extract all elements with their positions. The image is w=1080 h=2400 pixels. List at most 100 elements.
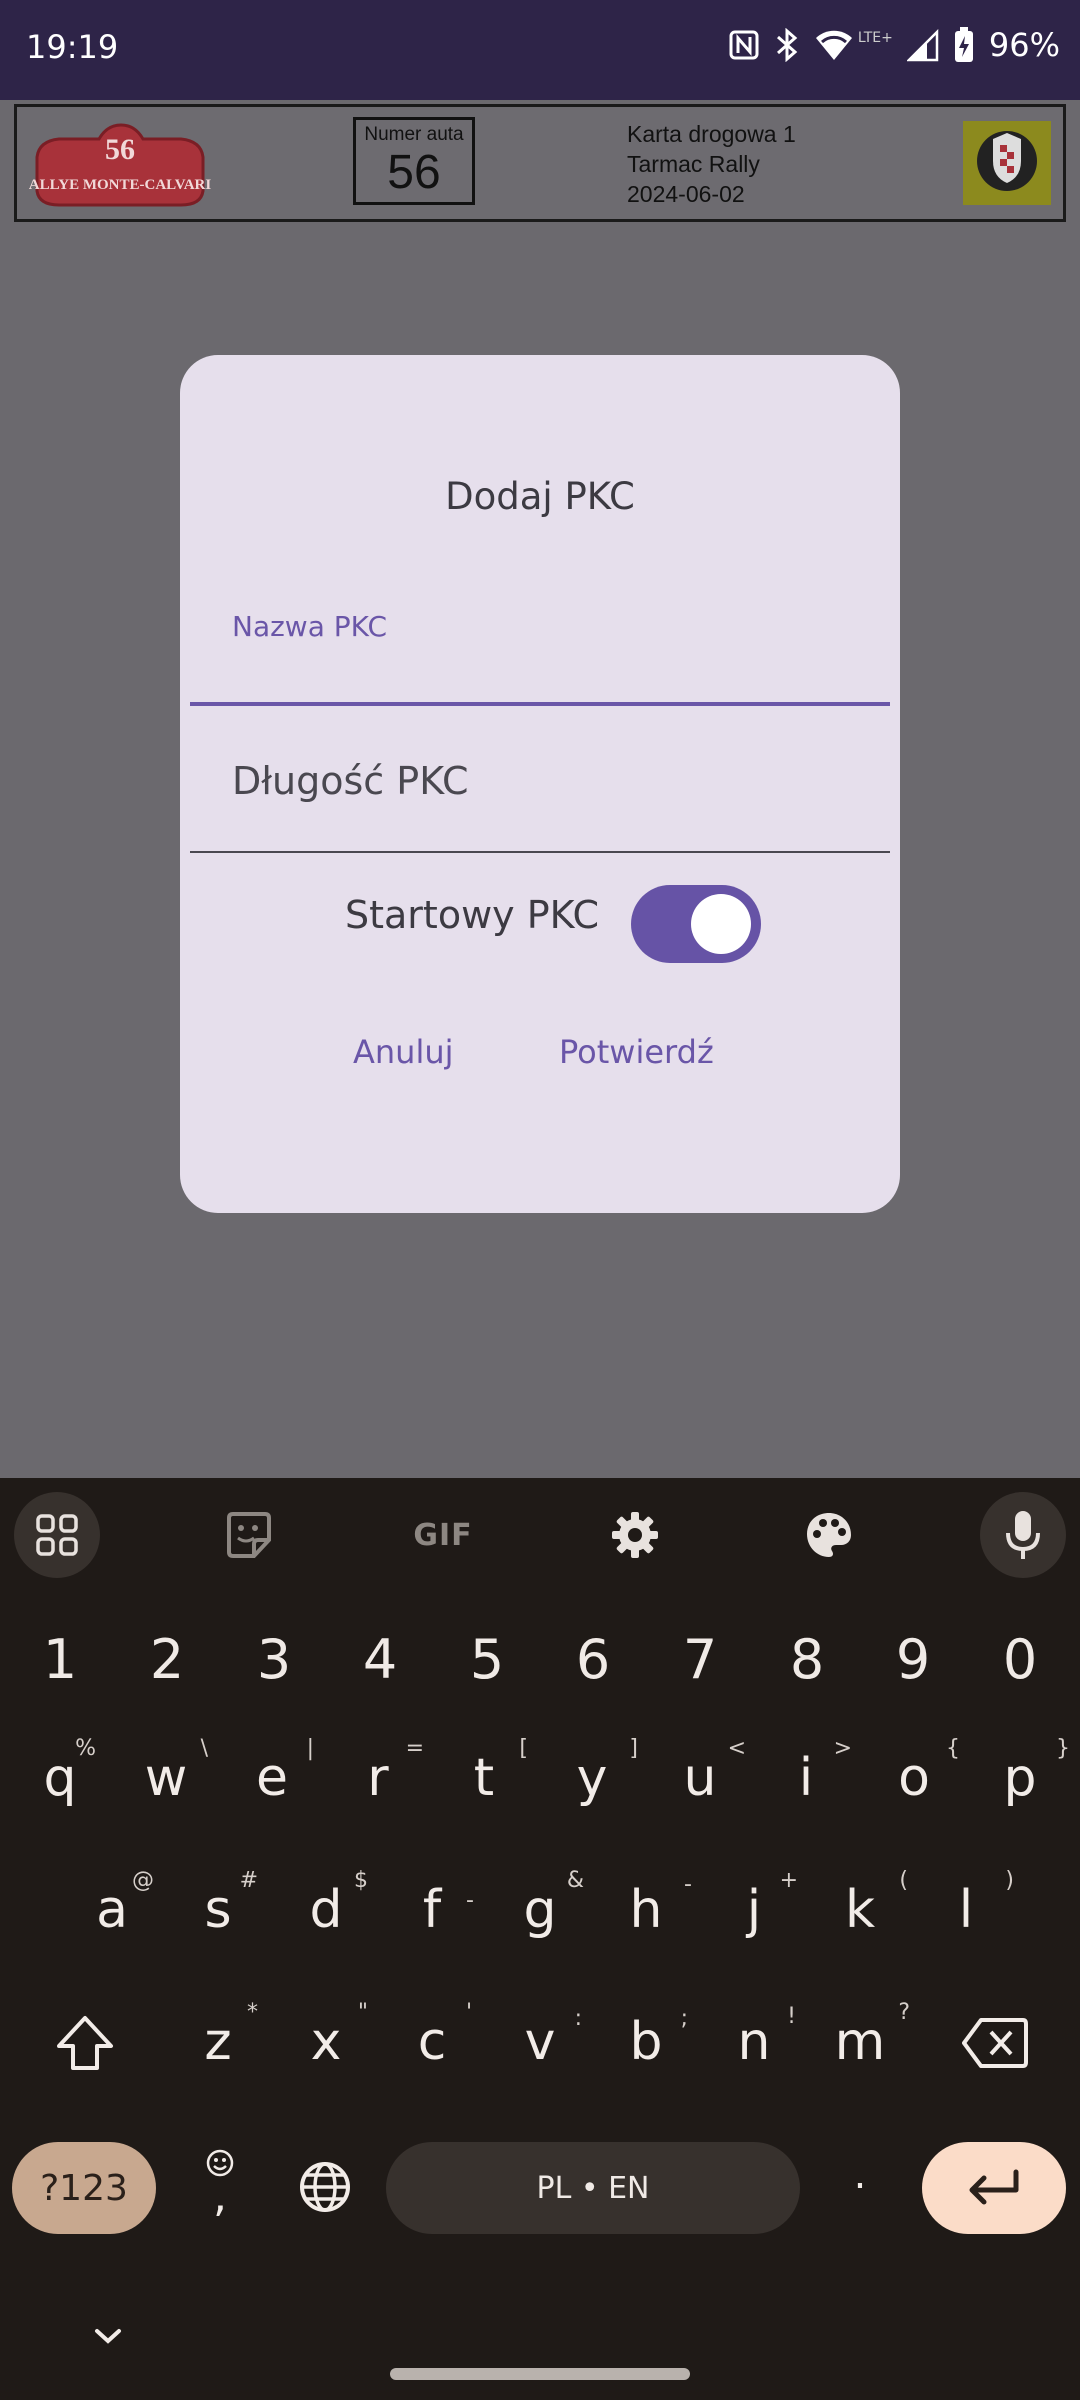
- language-key[interactable]: [290, 2160, 360, 2230]
- wifi-icon: [815, 30, 852, 60]
- key-8[interactable]: 8: [753, 1628, 861, 1691]
- key-j[interactable]: j +: [714, 1868, 798, 1940]
- rally-logo-text: RALLYE MONTE-CALVARIA: [29, 177, 211, 193]
- key-g[interactable]: g &: [500, 1868, 584, 1940]
- network-type-label: LTE+: [857, 30, 893, 46]
- key-h[interactable]: h-: [606, 1872, 692, 1940]
- key-4[interactable]: 4: [326, 1628, 434, 1691]
- key-b[interactable]: b;: [606, 2006, 688, 2072]
- pkc-name-label: Nazwa PKC: [232, 610, 388, 643]
- key-o[interactable]: o{: [874, 1736, 960, 1808]
- battery-charging-icon: [954, 27, 973, 62]
- shift-icon: [57, 2016, 113, 2070]
- cancel-button[interactable]: Anuluj: [353, 1033, 454, 1071]
- microphone-icon: [1006, 1511, 1040, 1559]
- comma-emoji-key[interactable]: ,: [190, 2148, 250, 2234]
- enter-key[interactable]: [922, 2142, 1066, 2234]
- signal-icon: [906, 28, 939, 62]
- key-0[interactable]: 0: [966, 1628, 1074, 1691]
- key-x[interactable]: x ": [286, 2000, 368, 2072]
- rally-logo: 56 RALLYE MONTE-CALVARIA: [18, 121, 222, 211]
- apps-grid-button[interactable]: [14, 1492, 100, 1578]
- comma-label: ,: [213, 2171, 227, 2222]
- chevron-down-icon: [95, 2329, 121, 2344]
- soft-keyboard: GIF 1 2 3 4 5 6 7 8 9 0 q% w \ e | r = t[ y…: [0, 1478, 1080, 2400]
- key-s[interactable]: s #: [178, 1868, 258, 1940]
- dialog-actions: Anuluj Potwierdź: [180, 1033, 900, 1093]
- key-p[interactable]: p}: [980, 1736, 1070, 1808]
- key-u[interactable]: u <: [660, 1736, 746, 1808]
- car-number-box: Numer auta 56: [353, 117, 475, 205]
- key-t[interactable]: t[: [444, 1736, 528, 1808]
- status-icons: LTE+ 96%: [728, 26, 1060, 64]
- backspace-icon: [962, 2018, 1028, 2068]
- start-pkc-row: Startowy PKC: [180, 873, 900, 963]
- period-key[interactable]: .: [830, 2152, 890, 2198]
- key-r[interactable]: r =: [338, 1736, 424, 1808]
- hide-keyboard-button[interactable]: [88, 2326, 128, 2356]
- key-w[interactable]: w \: [126, 1736, 208, 1808]
- key-v[interactable]: v:: [500, 2006, 582, 2072]
- bluetooth-icon: [776, 28, 798, 62]
- club-logo: [963, 121, 1051, 205]
- app-header: 56 RALLYE MONTE-CALVARIA Numer auta 56 K…: [14, 104, 1066, 222]
- dialog-title: Dodaj PKC: [445, 475, 635, 518]
- key-9[interactable]: 9: [859, 1628, 967, 1691]
- rally-date: 2024-06-02: [627, 181, 745, 207]
- key-1[interactable]: 1: [6, 1628, 114, 1691]
- shift-key[interactable]: [40, 2008, 130, 2078]
- pkc-name-underline: [190, 702, 890, 706]
- pkc-length-field[interactable]: Długość PKC: [190, 735, 890, 853]
- theme-button[interactable]: [786, 1492, 872, 1578]
- start-pkc-label: Startowy PKC: [345, 893, 600, 937]
- rally-logo-number: 56: [105, 133, 135, 166]
- enter-icon: [969, 2169, 1019, 2205]
- add-pkc-dialog: Dodaj PKC Nazwa PKC Długość PKC Startowy…: [180, 355, 900, 1213]
- palette-icon: [807, 1513, 851, 1557]
- sticker-button[interactable]: [206, 1492, 292, 1578]
- key-6[interactable]: 6: [539, 1628, 647, 1691]
- gif-label: GIF: [413, 1517, 473, 1553]
- key-k[interactable]: k(: [820, 1868, 908, 1940]
- key-c[interactable]: c ': [392, 2000, 472, 2072]
- pkc-length-underline: [190, 851, 890, 853]
- key-7[interactable]: 7: [646, 1628, 754, 1691]
- rally-name: Tarmac Rally: [627, 151, 760, 177]
- key-n[interactable]: n!: [714, 2004, 796, 2072]
- symbols-key[interactable]: ?123: [12, 2142, 156, 2234]
- start-pkc-switch[interactable]: [631, 885, 761, 963]
- voice-input-button[interactable]: [980, 1492, 1066, 1578]
- nfc-icon: [729, 30, 759, 60]
- key-3[interactable]: 3: [220, 1628, 328, 1691]
- status-bar: 19:19 LTE+ 96%: [0, 0, 1080, 100]
- key-q[interactable]: q%: [20, 1736, 100, 1808]
- sticker-icon: [227, 1512, 271, 1558]
- key-e[interactable]: e |: [232, 1736, 314, 1808]
- space-key[interactable]: PL • EN: [386, 2142, 800, 2234]
- home-indicator[interactable]: [390, 2368, 690, 2380]
- key-5[interactable]: 5: [433, 1628, 541, 1691]
- key-l[interactable]: l): [926, 1868, 1014, 1940]
- car-number-label: Numer auta: [364, 124, 464, 145]
- settings-button[interactable]: [592, 1492, 678, 1578]
- key-f[interactable]: f-: [392, 1880, 474, 1940]
- key-d[interactable]: d $: [286, 1868, 368, 1940]
- key-i[interactable]: i >: [766, 1736, 852, 1808]
- battery-percent: 96%: [988, 26, 1060, 64]
- road-card-title: Karta drogowa 1: [627, 121, 796, 147]
- key-2[interactable]: 2: [113, 1628, 221, 1691]
- gif-button[interactable]: GIF: [400, 1492, 486, 1578]
- key-y[interactable]: y]: [552, 1736, 638, 1808]
- key-a[interactable]: a @: [72, 1868, 154, 1940]
- globe-icon: [300, 2162, 350, 2212]
- key-m[interactable]: m?: [820, 2000, 910, 2072]
- car-number: 56: [387, 146, 441, 199]
- key-z[interactable]: z *: [178, 2000, 258, 2072]
- apps-grid-icon: [36, 1514, 78, 1556]
- confirm-button[interactable]: Potwierdź: [559, 1033, 714, 1071]
- pkc-length-placeholder: Długość PKC: [232, 759, 469, 803]
- gear-icon: [612, 1512, 658, 1558]
- switch-knob: [691, 894, 751, 954]
- pkc-name-field[interactable]: Nazwa PKC: [190, 570, 890, 706]
- backspace-key[interactable]: [950, 2008, 1040, 2078]
